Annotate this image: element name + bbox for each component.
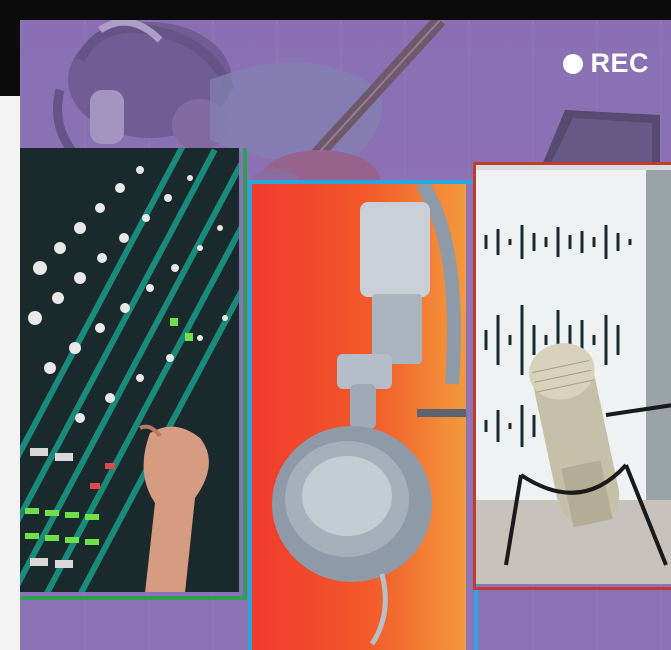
hero-collage: REC xyxy=(20,20,671,650)
headphones-image xyxy=(248,180,478,650)
mixing-console-image xyxy=(20,148,247,600)
recording-indicator: REC xyxy=(563,48,649,79)
left-frame-strip xyxy=(0,96,20,650)
podcast-microphone-image xyxy=(473,162,671,590)
record-dot-icon xyxy=(563,53,584,74)
recording-label: REC xyxy=(590,48,649,78)
